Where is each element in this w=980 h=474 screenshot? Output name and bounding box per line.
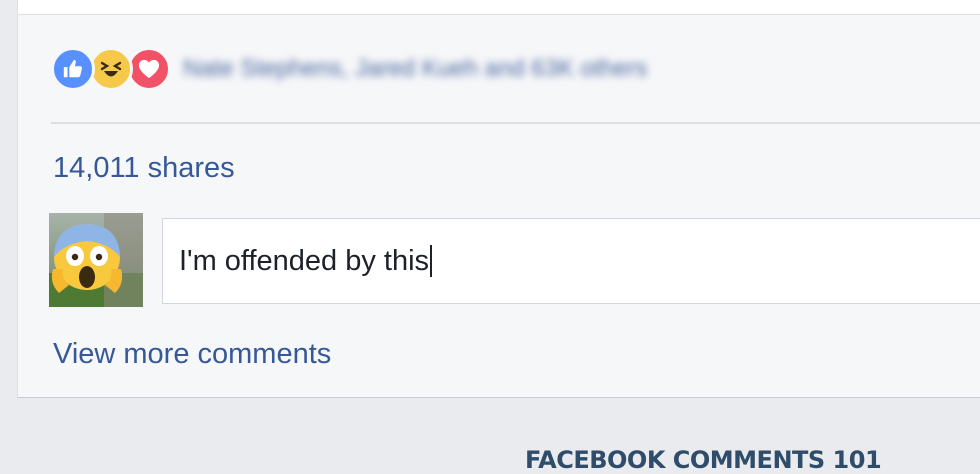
avatar[interactable]: [49, 213, 143, 307]
video-caption-title: FACEBOOK COMMENTS 101: [525, 446, 882, 474]
screaming-face-emoji-icon: [49, 213, 143, 307]
divider: [51, 122, 980, 124]
post-card: Nate Stephens, Jared Kueh and 63K others…: [17, 0, 980, 398]
shares-count-link[interactable]: 14,011 shares: [53, 152, 235, 185]
reactions-summary[interactable]: Nate Stephens, Jared Kueh and 63K others: [51, 45, 647, 93]
text-caret: [430, 245, 433, 277]
heart-icon: [139, 59, 159, 79]
view-more-comments-link[interactable]: View more comments: [53, 338, 331, 371]
reactors-names[interactable]: Nate Stephens, Jared Kueh and 63K others: [183, 55, 647, 83]
haha-reaction-icon[interactable]: [89, 47, 133, 91]
comment-input-value: I'm offended by this: [179, 244, 430, 277]
post-body-edge: [18, 0, 980, 15]
comment-input[interactable]: I'm offended by this: [162, 218, 980, 304]
like-reaction-icon[interactable]: [51, 47, 95, 91]
thumbs-up-icon: [63, 59, 83, 78]
laughing-face-icon: [100, 61, 122, 77]
love-reaction-icon[interactable]: [127, 47, 171, 91]
